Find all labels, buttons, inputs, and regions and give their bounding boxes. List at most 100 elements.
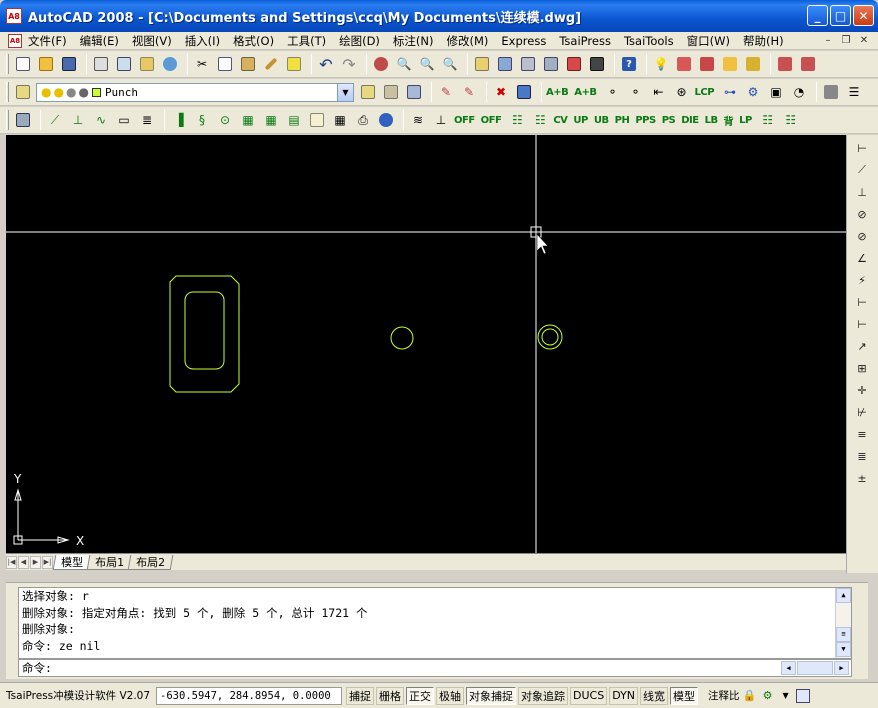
lightbulb-icon[interactable]: 💡 [651, 54, 671, 74]
circle-pair-icon[interactable]: ⚬ [603, 82, 623, 102]
dim-ordinate-icon[interactable]: ⊥ [853, 183, 871, 201]
toolbar-grip[interactable] [6, 54, 9, 74]
doc-restore-button[interactable]: ❐ [838, 33, 854, 47]
status-menu-arrow-icon[interactable]: ▼ [778, 688, 794, 704]
make-object-layer-current-icon[interactable] [358, 82, 378, 102]
dim-override-icon[interactable]: ± [853, 469, 871, 487]
quick-dim-icon[interactable]: ⚡ [853, 271, 871, 289]
pilot-hole-circle[interactable] [390, 326, 414, 350]
new-file-icon[interactable] [13, 54, 33, 74]
tsai-ub-label[interactable]: UB [594, 115, 609, 126]
tsai-pps-label[interactable]: PPS [635, 115, 656, 126]
chevron-down-icon[interactable]: ▼ [337, 83, 353, 101]
strip-icon[interactable]: ☷ [507, 110, 527, 130]
drawing-canvas[interactable]: Y X [6, 135, 846, 553]
menu-help[interactable]: 帮助(H) [743, 33, 784, 49]
rectangle-icon[interactable]: ▭ [114, 110, 134, 130]
parts-icon[interactable]: ▐ [169, 110, 189, 130]
menu-format[interactable]: 格式(O) [233, 33, 274, 49]
plot-preview-icon[interactable] [114, 54, 134, 74]
doc-close-button[interactable]: ✕ [856, 33, 872, 47]
dim-aligned-icon[interactable]: ⟋ [853, 161, 871, 179]
undo-icon[interactable]: ↶ [316, 54, 336, 74]
scroll-thumb[interactable]: ≡ [836, 627, 851, 642]
dim-radius-icon[interactable]: ⊘ [853, 205, 871, 223]
menu-file[interactable]: 文件(F) [28, 33, 67, 49]
design-center-icon[interactable] [495, 54, 515, 74]
die-insert-inner-outline[interactable] [184, 291, 225, 370]
scroll-right-icon[interactable]: ▶ [834, 661, 849, 675]
circle-pair2-icon[interactable]: ⚬ [626, 82, 646, 102]
publish-icon[interactable] [137, 54, 157, 74]
markup-icon[interactable] [564, 54, 584, 74]
pr-icon[interactable]: ▤ [284, 110, 304, 130]
toggle-ortho[interactable]: 正交 [406, 686, 435, 705]
copy-block-icon[interactable] [514, 82, 534, 102]
tsai-back-label[interactable]: 背 [724, 113, 734, 128]
menu-tsaitools[interactable]: TsaiTools [624, 34, 674, 48]
gear-icon[interactable]: ⚙ [743, 82, 763, 102]
toggle-lineweight[interactable]: 线宽 [640, 686, 669, 705]
layer-folder-icon[interactable] [720, 54, 740, 74]
layer-states-icon[interactable] [404, 82, 424, 102]
menu-view[interactable]: 视图(V) [132, 33, 172, 49]
lock-icon[interactable]: 🔒 [742, 688, 758, 704]
dim-continue-icon[interactable]: ⊢ [853, 315, 871, 333]
arrow-left-icon[interactable]: ⇤ [649, 82, 669, 102]
menu-edit[interactable]: 编辑(E) [80, 33, 119, 49]
tray-settings-icon[interactable]: ⚙ [760, 688, 776, 704]
plate-icon[interactable]: ▦ [238, 110, 258, 130]
dim-angular-icon[interactable]: ∠ [853, 249, 871, 267]
layer-manager-icon[interactable] [13, 82, 33, 102]
sheet-set-icon[interactable] [541, 54, 561, 74]
layers-stack-icon[interactable]: ≋ [408, 110, 428, 130]
last-tab-arrow-icon[interactable]: ▶| [42, 555, 53, 569]
next-tab-arrow-icon[interactable]: ▶ [30, 555, 41, 569]
strip2-icon[interactable]: ☷ [530, 110, 550, 130]
strip3-icon[interactable]: ☷ [758, 110, 778, 130]
tsai-lp-label[interactable]: LP [739, 115, 752, 126]
tsai-die-label[interactable]: DIE [681, 115, 699, 126]
menu-insert[interactable]: 插入(I) [185, 33, 220, 49]
clean-screen-icon[interactable] [795, 688, 810, 703]
stack-icon[interactable]: ≣ [137, 110, 157, 130]
tsai-lb-label[interactable]: LB [705, 115, 719, 126]
menu-tools[interactable]: 工具(T) [287, 33, 326, 49]
hscroll-thumb[interactable] [797, 661, 833, 675]
die-insert-outer-outline[interactable] [169, 275, 240, 393]
zoom-previous-icon[interactable]: 🔍 [440, 54, 460, 74]
open-file-icon[interactable] [36, 54, 56, 74]
tsai-lcp-label[interactable]: LCP [695, 87, 715, 98]
menu-draw[interactable]: 绘图(D) [339, 33, 380, 49]
menu-tsaipress[interactable]: TsaiPress [559, 34, 611, 48]
menu-window[interactable]: 窗口(W) [687, 33, 730, 49]
layer-dropdown[interactable]: ● ● ● ● Punch ▼ [36, 82, 354, 102]
layer-tool-icon[interactable] [775, 54, 795, 74]
punch-inner-circle[interactable] [541, 328, 559, 346]
shape-icon[interactable]: ◔ [789, 82, 809, 102]
scroll-left-icon[interactable]: ◀ [781, 661, 796, 675]
dim-update-icon[interactable]: ≡ [853, 425, 871, 443]
tool-palettes-icon[interactable] [518, 54, 538, 74]
pencil-icon[interactable]: ✎ [436, 82, 456, 102]
node-icon[interactable]: ⊶ [720, 82, 740, 102]
menu-dimension[interactable]: 标注(N) [393, 33, 434, 49]
printer-small-icon[interactable]: ⎙ [353, 110, 373, 130]
toolbar-grip[interactable] [6, 82, 9, 102]
coordinate-display[interactable]: -630.5947, 284.8954, 0.0000 [156, 686, 343, 705]
toolbar-grip[interactable] [6, 110, 9, 130]
plate2-icon[interactable]: ▦ [261, 110, 281, 130]
layer-on-icon[interactable] [674, 54, 694, 74]
pan-icon[interactable] [371, 54, 391, 74]
tab-model[interactable]: 模型 [52, 554, 92, 570]
tsai-ph-label[interactable]: PH [615, 115, 630, 126]
toggle-polar[interactable]: 极轴 [436, 686, 465, 705]
scroll-down-icon[interactable]: ▼ [836, 642, 851, 657]
toggle-ducs[interactable]: DUCS [570, 686, 608, 705]
minimize-button[interactable]: _ [807, 5, 828, 26]
toggle-otrack[interactable]: 对象追踪 [518, 686, 569, 705]
maximize-button[interactable]: □ [830, 5, 851, 26]
align-icon[interactable]: ☰ [844, 82, 864, 102]
calculator-icon[interactable] [587, 54, 607, 74]
dim-linear-icon[interactable]: ⊢ [853, 139, 871, 157]
